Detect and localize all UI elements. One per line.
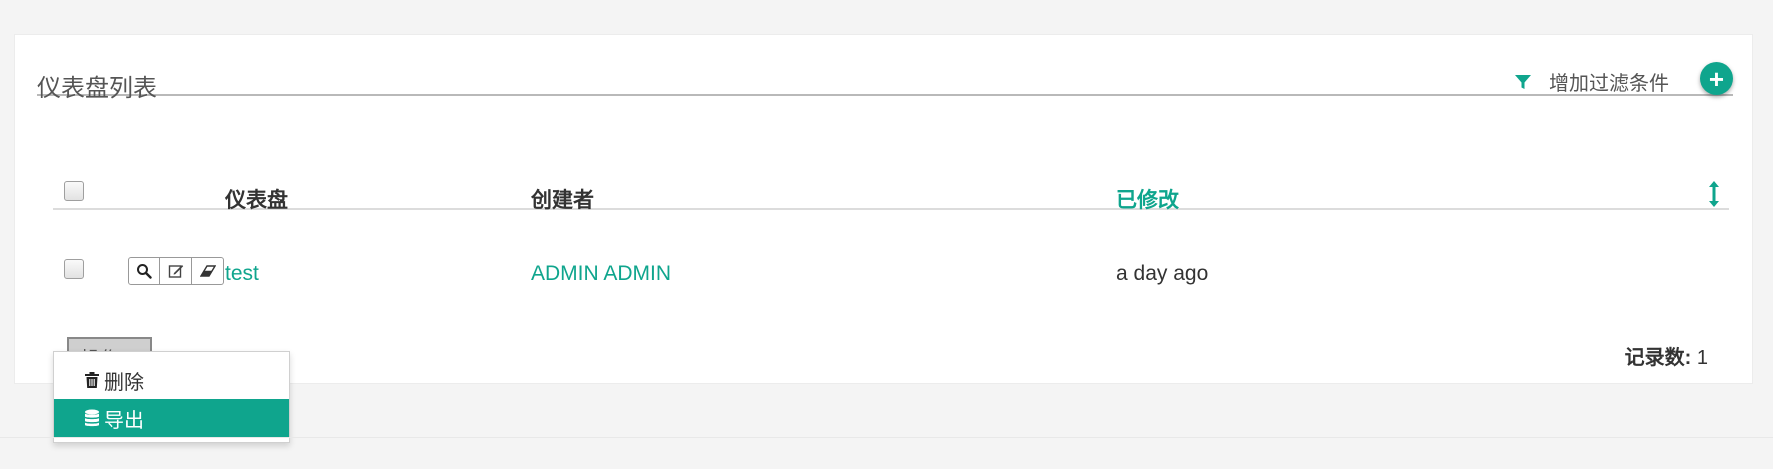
operations-menu: 删除 导出 (53, 351, 290, 443)
table-row: test ADMIN ADMIN a day ago (53, 245, 1729, 297)
column-header-dashboard[interactable]: 仪表盘 (225, 184, 288, 214)
select-all-checkbox[interactable] (64, 181, 84, 201)
modified-time: a day ago (1116, 262, 1209, 285)
creator-link[interactable]: ADMIN ADMIN (531, 262, 671, 286)
database-icon (85, 409, 99, 427)
column-header-modified[interactable]: 已修改 (1116, 184, 1179, 214)
search-icon (137, 264, 152, 279)
dashboard-list-panel: 仪表盘列表 增加过滤条件 + 仪表盘 创建者 已修改 test ADMIN AD… (14, 34, 1753, 384)
panel-header: 仪表盘列表 增加过滤条件 + (37, 49, 1733, 102)
menu-item-export-label: 导出 (104, 409, 144, 432)
add-filter-link[interactable]: 增加过滤条件 (1513, 67, 1669, 96)
menu-item-export[interactable]: 导出 (54, 399, 289, 437)
record-count: 记录数: 1 (1625, 341, 1708, 370)
add-filter-label: 增加过滤条件 (1549, 73, 1669, 95)
row-checkbox[interactable] (64, 259, 84, 279)
sort-icon[interactable] (1707, 181, 1721, 207)
dashboard-name-link[interactable]: test (225, 262, 259, 286)
table-header: 仪表盘 创建者 已修改 (53, 153, 1729, 212)
eraser-icon (199, 265, 216, 277)
add-dashboard-button[interactable]: + (1700, 62, 1733, 95)
record-count-label: 记录数: (1624, 347, 1692, 369)
trash-icon (85, 372, 99, 388)
divider (0, 437, 1773, 438)
plus-circle-icon: + (1708, 63, 1725, 94)
menu-item-delete-label: 删除 (104, 371, 144, 394)
funnel-icon (1515, 74, 1531, 89)
page-title: 仪表盘列表 (37, 75, 157, 102)
menu-item-delete[interactable]: 删除 (54, 361, 289, 399)
record-count-value: 1 (1696, 347, 1708, 369)
view-button[interactable] (128, 257, 160, 285)
column-header-creator[interactable]: 创建者 (531, 184, 594, 214)
edit-button[interactable] (160, 257, 192, 285)
row-action-group (128, 257, 224, 285)
clear-button[interactable] (192, 257, 224, 285)
edit-icon (168, 265, 183, 278)
